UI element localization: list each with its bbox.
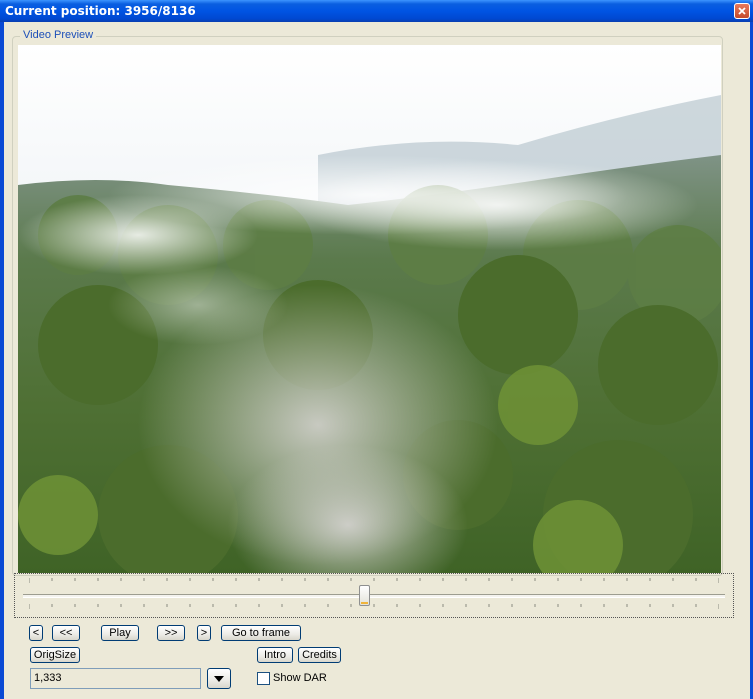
slider-track xyxy=(23,594,725,598)
forward-button[interactable]: >> xyxy=(157,625,185,641)
window-title: Current position: 3956/8136 xyxy=(5,4,196,18)
orig-size-button[interactable]: OrigSize xyxy=(30,647,80,663)
aspect-dropdown-button[interactable] xyxy=(207,668,231,689)
chevron-down-icon xyxy=(214,676,224,682)
intro-button[interactable]: Intro xyxy=(257,647,293,663)
seek-slider[interactable] xyxy=(14,573,734,618)
slider-thumb[interactable] xyxy=(358,585,370,606)
go-to-frame-button[interactable]: Go to frame xyxy=(221,625,301,641)
aspect-ratio-value: 1,333 xyxy=(34,672,62,684)
slider-ticks-bottom xyxy=(29,604,719,609)
close-icon[interactable] xyxy=(734,3,750,19)
show-dar-checkbox[interactable] xyxy=(257,672,270,685)
video-preview-image xyxy=(18,45,721,573)
play-button[interactable]: Play xyxy=(101,625,139,641)
title-bar: Current position: 3956/8136 xyxy=(0,0,753,22)
video-preview-label: Video Preview xyxy=(20,29,97,41)
rewind-button[interactable]: << xyxy=(52,625,80,641)
window-left-border xyxy=(0,22,4,699)
credits-button[interactable]: Credits xyxy=(298,647,341,663)
next-frame-button[interactable]: > xyxy=(197,625,211,641)
slider-ticks-top xyxy=(29,578,719,583)
aspect-ratio-combo[interactable]: 1,333 xyxy=(30,668,201,689)
prev-frame-button[interactable]: < xyxy=(29,625,43,641)
show-dar-label: Show DAR xyxy=(273,672,327,684)
